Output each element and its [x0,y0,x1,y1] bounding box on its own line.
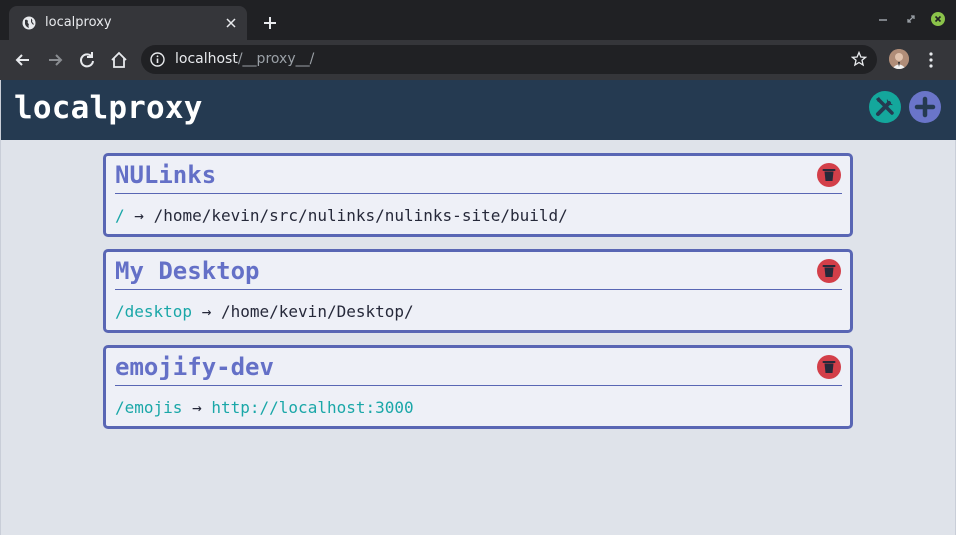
proxy-card: emojify-dev /emojis → http://localhost:3… [103,345,853,429]
proxy-mapping: / → /home/kevin/src/nulinks/nulinks-site… [115,206,568,225]
forward-icon[interactable] [45,50,65,70]
plus-icon [914,96,936,118]
delete-proxy-button[interactable] [817,355,841,379]
profile-photo-icon [889,49,909,69]
address-bar[interactable]: localhost/__proxy__/ [141,45,877,74]
proxy-name: NULinks [115,161,217,189]
proxy-card: NULinks / → /home/kevin/src/nulinks/nuli… [103,153,853,237]
tab-title: localproxy [45,15,112,30]
restore-icon[interactable] [904,12,918,26]
proxy-path: /desktop [115,302,193,321]
close-icon[interactable] [223,15,239,31]
card-divider [115,289,842,290]
delete-proxy-button[interactable] [817,259,841,283]
profile-avatar[interactable] [889,49,909,69]
minimize-icon[interactable] [876,12,890,26]
card-divider [115,193,842,194]
reload-icon[interactable] [77,50,97,70]
new-tab-icon[interactable] [262,15,278,31]
trash-icon [822,265,836,277]
mapping-arrow: → [192,398,202,417]
url-host: localhost [175,51,238,67]
add-proxy-button[interactable] [909,91,941,123]
back-icon[interactable] [13,50,33,70]
tools-icon [876,97,894,116]
app-header: localproxy [1,80,956,140]
page-content: localproxy NULinks / → /home/kevin/src/n… [0,80,956,535]
delete-proxy-button[interactable] [817,163,841,187]
home-icon[interactable] [109,50,129,70]
proxy-mapping: /emojis → http://localhost:3000 [115,398,414,417]
browser-tab-bar: localproxy [0,0,956,40]
window-close-icon[interactable] [931,12,945,26]
browser-tab[interactable]: localproxy [9,6,247,40]
settings-button[interactable] [869,91,901,123]
url-path: /__proxy__/ [237,51,315,67]
proxy-name: My Desktop [115,257,260,285]
proxy-path: / [115,206,125,225]
proxy-target: /home/kevin/src/nulinks/nulinks-site/bui… [153,206,568,225]
proxy-name: emojify-dev [115,353,274,381]
bookmark-star-icon[interactable] [851,51,867,67]
proxy-target: /home/kevin/Desktop/ [220,302,414,321]
url-text: localhost/__proxy__/ [175,51,314,67]
mapping-arrow: → [201,302,212,321]
proxy-target-link[interactable]: http://localhost:3000 [211,398,413,417]
trash-icon [822,361,836,373]
kebab-menu-icon[interactable] [924,51,938,69]
app-title: localproxy [14,90,203,126]
proxy-path: /emojis [115,398,183,417]
globe-icon [22,16,36,30]
browser-toolbar: localhost/__proxy__/ [0,40,956,80]
proxy-mapping: /desktop → /home/kevin/Desktop/ [115,302,414,321]
info-icon[interactable] [150,52,165,67]
card-divider [115,385,842,386]
trash-icon [822,169,836,181]
mapping-arrow: → [134,206,144,225]
proxy-card: My Desktop /desktop → /home/kevin/Deskto… [103,249,853,333]
